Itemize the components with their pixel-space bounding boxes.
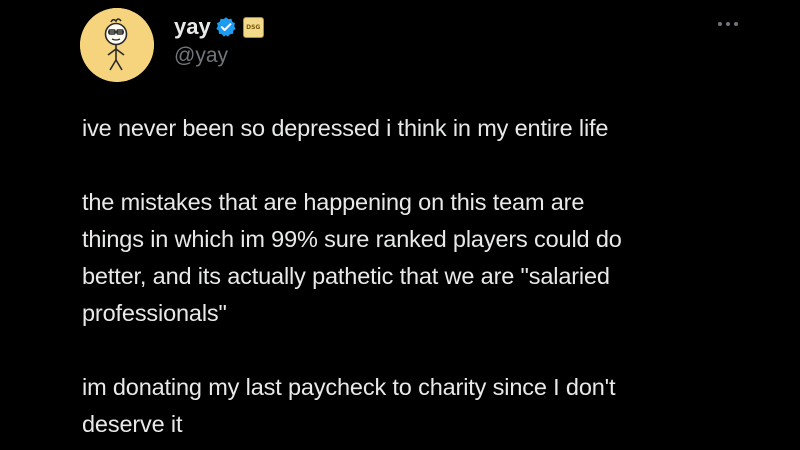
- author-handle[interactable]: @yay: [174, 44, 228, 68]
- affiliation-badge[interactable]: DSG: [242, 16, 264, 38]
- author-name-row: yay DSG: [174, 12, 264, 42]
- stick-figure-avatar-icon: [80, 8, 154, 82]
- tweet-text: ive never been so depressed i think in m…: [82, 110, 782, 443]
- tweet-paragraph-1: ive never been so depressed i think in m…: [82, 115, 609, 141]
- verified-badge-icon[interactable]: [215, 16, 237, 38]
- tweet-card: yay DSG @yay ive never been so depressed…: [0, 0, 800, 450]
- tweet-paragraph-3: im donating my last paycheck to charity …: [82, 374, 616, 437]
- more-options-icon: [718, 22, 738, 26]
- more-options-button[interactable]: [714, 14, 742, 34]
- tweet-paragraph-2: the mistakes that are happening on this …: [82, 189, 622, 326]
- author-display-name[interactable]: yay: [174, 14, 211, 40]
- clipped-text-line: [82, 444, 222, 450]
- avatar[interactable]: [80, 8, 154, 82]
